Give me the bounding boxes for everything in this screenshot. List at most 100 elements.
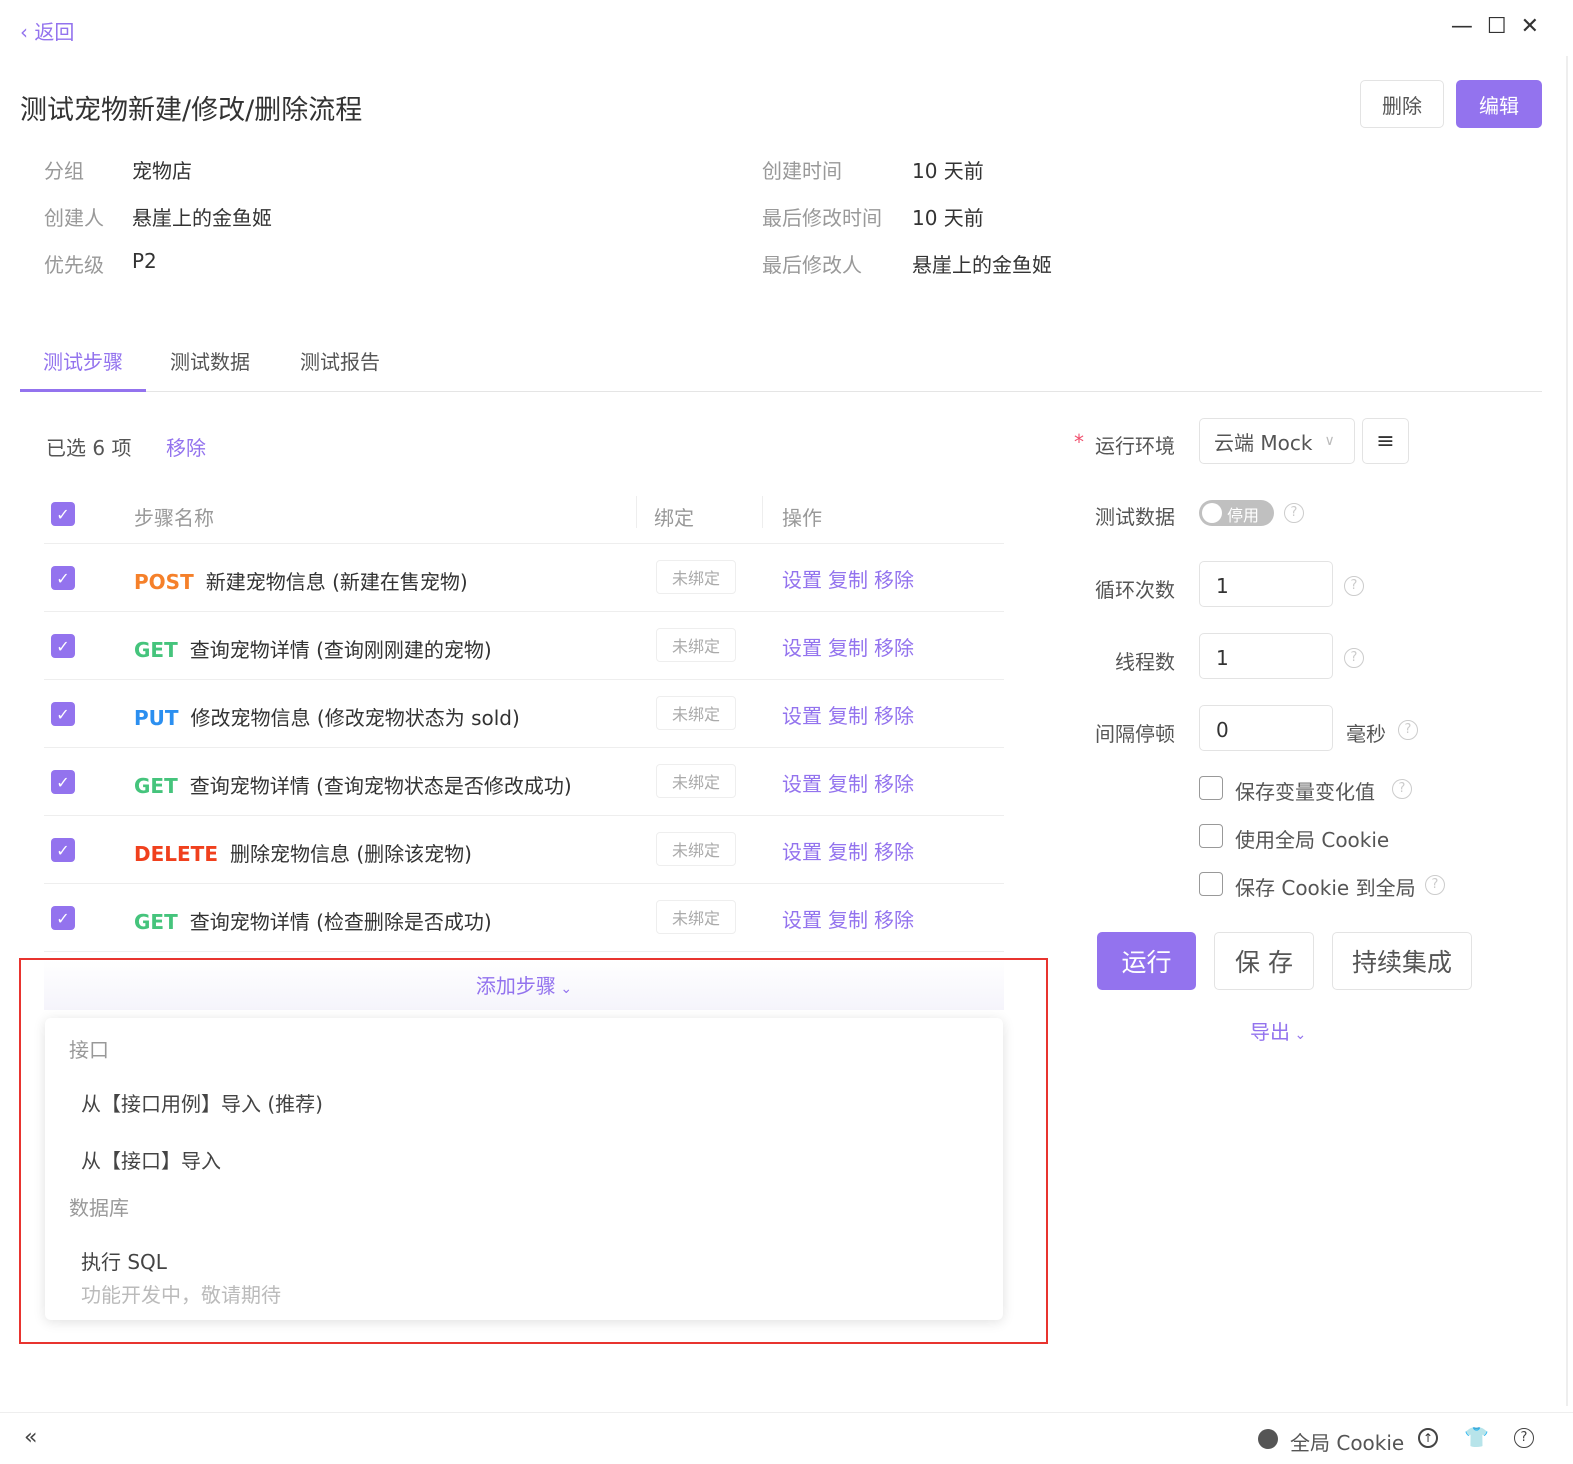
copy-link[interactable]: 复制 <box>828 568 868 592</box>
global-cookie-link[interactable]: 全局 Cookie <box>1290 1427 1404 1456</box>
loop-input[interactable]: 1 <box>1199 561 1333 607</box>
scrollbar[interactable] <box>1566 56 1568 1406</box>
remove-link[interactable]: 移除 <box>874 840 914 864</box>
remove-link[interactable]: 移除 <box>874 636 914 660</box>
meta-label: 优先级 <box>44 253 104 277</box>
copy-link[interactable]: 复制 <box>828 704 868 728</box>
settings-link[interactable]: 设置 <box>782 908 822 932</box>
highlight-box <box>19 958 1048 1344</box>
checkbox-label: 保存 Cookie 到全局 <box>1235 876 1416 900</box>
delete-button[interactable]: 删除 <box>1360 80 1444 128</box>
settings-link[interactable]: 设置 <box>782 772 822 796</box>
step-title: 查询宠物详情 (查询刚刚建的宠物) <box>189 638 492 662</box>
bind-status: 未绑定 <box>656 696 736 730</box>
remove-link[interactable]: 移除 <box>874 772 914 796</box>
row-checkbox[interactable]: ✓ <box>51 566 75 590</box>
help-icon[interactable]: ? <box>1392 779 1412 799</box>
copy-link[interactable]: 复制 <box>828 636 868 660</box>
meta-label: 创建时间 <box>762 159 842 183</box>
ci-button[interactable]: 持续集成 <box>1332 932 1472 990</box>
copy-link[interactable]: 复制 <box>828 772 868 796</box>
tab-test-report[interactable]: 测试报告 <box>300 346 380 375</box>
row-checkbox[interactable]: ✓ <box>51 838 75 862</box>
settings-link[interactable]: 设置 <box>782 636 822 660</box>
settings-link[interactable]: 设置 <box>782 840 822 864</box>
settings-link[interactable]: 设置 <box>782 704 822 728</box>
test-data-label: 测试数据 <box>1095 505 1175 529</box>
step-name[interactable]: GET 查询宠物详情 (查询刚刚建的宠物) <box>134 634 492 663</box>
row-checkbox[interactable]: ✓ <box>51 634 75 658</box>
remove-selected-link[interactable]: 移除 <box>166 432 206 461</box>
copy-link[interactable]: 复制 <box>828 908 868 932</box>
run-button[interactable]: 运行 <box>1097 932 1196 990</box>
chevron-down-icon: ⌄ <box>1290 1027 1307 1043</box>
copy-link[interactable]: 复制 <box>828 840 868 864</box>
http-method: DELETE <box>134 842 218 866</box>
meta-value: 宠物店 <box>132 159 192 183</box>
required-mark: * <box>1074 430 1084 454</box>
checkbox-label: 保存变量变化值 <box>1235 780 1375 804</box>
save-cookie-checkbox[interactable] <box>1199 872 1223 896</box>
interval-input[interactable]: 0 <box>1199 705 1333 751</box>
step-title: 查询宠物详情 (查询宠物状态是否修改成功) <box>189 774 572 798</box>
tab-test-data[interactable]: 测试数据 <box>170 346 250 375</box>
menu-icon: ≡ <box>1376 428 1395 454</box>
bind-status: 未绑定 <box>656 560 736 594</box>
step-name[interactable]: POST 新建宠物信息 (新建在售宠物) <box>134 566 468 595</box>
env-menu-button[interactable]: ≡ <box>1362 418 1409 464</box>
remove-link[interactable]: 移除 <box>874 568 914 592</box>
table-row: ✓ POST 新建宠物信息 (新建在售宠物) 未绑定 设置 复制 移除 <box>44 544 1004 612</box>
help-icon[interactable]: ? <box>1344 576 1364 596</box>
column-header-ops: 操作 <box>782 506 822 530</box>
threads-input[interactable]: 1 <box>1199 633 1333 679</box>
minimize-icon[interactable]: — <box>1451 14 1487 39</box>
save-variables-checkbox[interactable] <box>1199 776 1223 800</box>
step-name[interactable]: PUT 修改宠物信息 (修改宠物状态为 sold) <box>134 702 520 731</box>
step-title: 删除宠物信息 (删除该宠物) <box>229 842 472 866</box>
selection-count: 已选 6 项 <box>46 436 132 460</box>
remove-link[interactable]: 移除 <box>874 704 914 728</box>
step-name[interactable]: GET 查询宠物详情 (检查删除是否成功) <box>134 906 492 935</box>
close-icon[interactable]: ✕ <box>1521 14 1553 39</box>
env-select[interactable]: 云端 Mock ∨ <box>1199 418 1355 464</box>
http-method: GET <box>134 910 178 934</box>
help-icon[interactable]: ? <box>1425 875 1445 895</box>
row-checkbox[interactable]: ✓ <box>51 702 75 726</box>
upload-icon[interactable]: ↑ <box>1418 1428 1438 1448</box>
table-row: ✓ GET 查询宠物详情 (查询宠物状态是否修改成功) 未绑定 设置 复制 移除 <box>44 748 1004 816</box>
maximize-icon[interactable]: ☐ <box>1487 14 1521 39</box>
step-name[interactable]: DELETE 删除宠物信息 (删除该宠物) <box>134 838 472 867</box>
edit-button[interactable]: 编辑 <box>1456 80 1542 128</box>
table-row: ✓ GET 查询宠物详情 (查询刚刚建的宠物) 未绑定 设置 复制 移除 <box>44 612 1004 680</box>
settings-link[interactable]: 设置 <box>782 568 822 592</box>
row-checkbox[interactable]: ✓ <box>51 770 75 794</box>
window-controls: —☐✕ <box>1451 14 1553 39</box>
remove-link[interactable]: 移除 <box>874 908 914 932</box>
interval-unit: 毫秒 <box>1346 722 1386 746</box>
help-icon[interactable]: ? <box>1344 648 1364 668</box>
http-method: POST <box>134 570 194 594</box>
loop-label: 循环次数 <box>1095 578 1175 602</box>
global-cookie-checkbox[interactable] <box>1199 824 1223 848</box>
meta-label: 分组 <box>44 159 84 183</box>
help-icon[interactable]: ? <box>1514 1428 1534 1448</box>
table-row: ✓ GET 查询宠物详情 (检查删除是否成功) 未绑定 设置 复制 移除 <box>44 884 1004 952</box>
collapse-sidebar-icon[interactable]: « <box>24 1425 37 1450</box>
export-label: 导出 <box>1250 1020 1290 1044</box>
help-icon[interactable]: ? <box>1284 503 1304 523</box>
http-method: GET <box>134 638 178 662</box>
save-button[interactable]: 保 存 <box>1214 932 1314 990</box>
bind-status: 未绑定 <box>656 832 736 866</box>
test-data-toggle[interactable]: 停用 <box>1199 500 1274 526</box>
row-checkbox[interactable]: ✓ <box>51 906 75 930</box>
step-name[interactable]: GET 查询宠物详情 (查询宠物状态是否修改成功) <box>134 770 572 799</box>
tab-test-steps[interactable]: 测试步骤 <box>20 346 146 392</box>
interval-label: 间隔停顿 <box>1095 722 1175 746</box>
shirt-icon[interactable]: 👕 <box>1464 1425 1489 1449</box>
export-dropdown[interactable]: 导出 ⌄ <box>1250 1016 1306 1045</box>
back-link[interactable]: ‹ 返回 <box>20 16 74 45</box>
select-all-checkbox[interactable]: ✓ <box>51 502 75 526</box>
env-value: 云端 Mock <box>1214 430 1313 455</box>
meta-value: 10 天前 <box>912 206 984 230</box>
help-icon[interactable]: ? <box>1398 720 1418 740</box>
